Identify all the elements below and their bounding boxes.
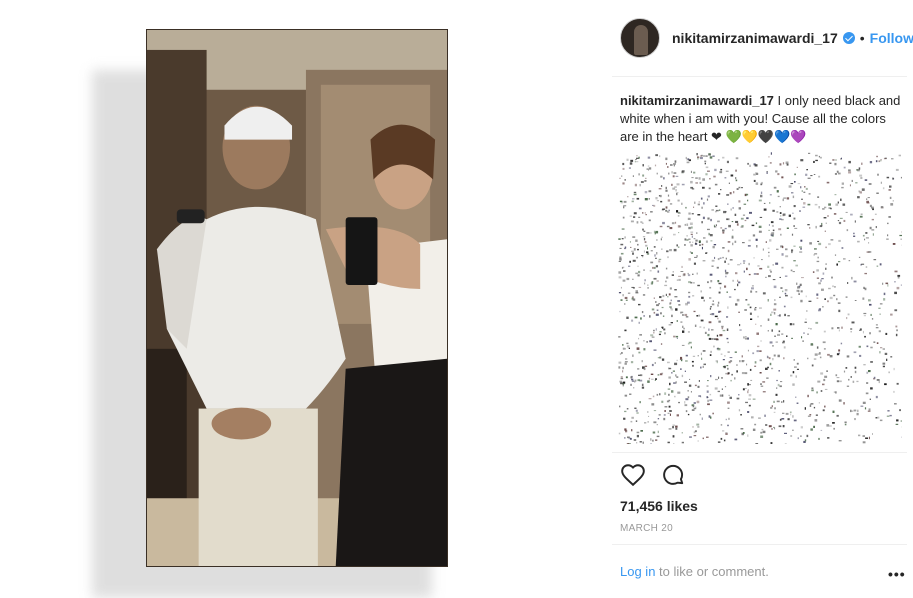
divider xyxy=(612,452,907,453)
verified-badge-icon xyxy=(842,32,855,44)
divider xyxy=(612,76,907,77)
more-options-button[interactable]: ••• xyxy=(888,566,906,582)
header-separator: • xyxy=(859,30,865,46)
avatar[interactable] xyxy=(620,18,660,58)
photo-illustration xyxy=(147,30,447,566)
username-link[interactable]: nikitamirzanimawardi_17 xyxy=(672,30,838,46)
caption-username-link[interactable]: nikitamirzanimawardi_17 xyxy=(620,93,774,108)
post-date[interactable]: MARCH 20 xyxy=(620,523,673,534)
obscured-comments xyxy=(618,152,902,444)
likes-count[interactable]: 71,456 likes xyxy=(620,498,698,514)
login-link[interactable]: Log in xyxy=(620,564,655,579)
post-caption: nikitamirzanimawardi_17 I only need blac… xyxy=(620,92,902,146)
action-bar xyxy=(620,462,686,488)
login-prompt: Log in to like or comment. xyxy=(620,564,769,579)
comment-icon[interactable] xyxy=(660,462,686,488)
post-sidebar: nikitamirzanimawardi_17 • Follow nikitam… xyxy=(612,0,913,598)
post-photo[interactable] xyxy=(146,29,448,567)
login-prompt-text: to like or comment. xyxy=(655,564,769,579)
divider xyxy=(612,544,907,545)
follow-button[interactable]: Follow xyxy=(870,30,913,46)
post-header: nikitamirzanimawardi_17 • Follow xyxy=(620,18,913,58)
heart-icon[interactable] xyxy=(620,462,646,488)
